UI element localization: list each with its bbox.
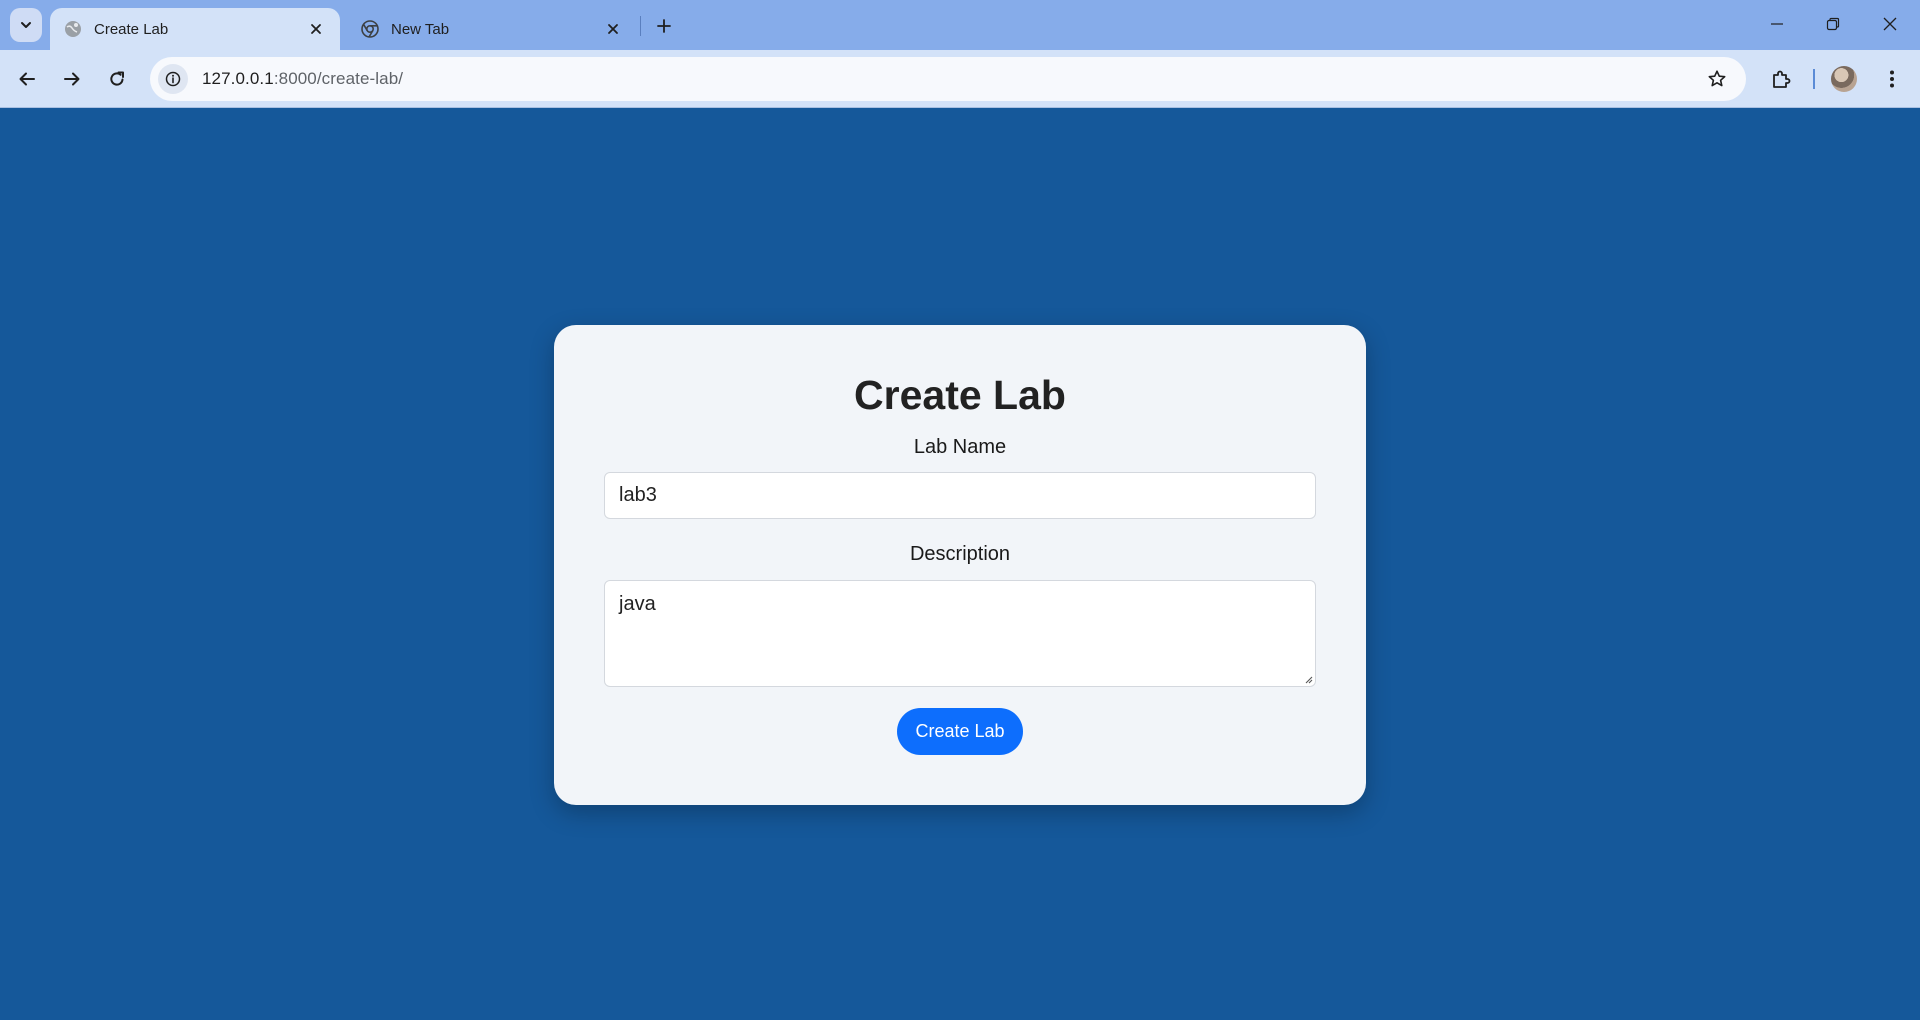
- plus-icon: [657, 19, 671, 33]
- toolbar-divider: [1813, 69, 1815, 89]
- restore-icon: [1826, 17, 1840, 31]
- reload-button[interactable]: [99, 61, 135, 97]
- create-lab-form: Create Lab Lab Name lab3 Description jav…: [554, 325, 1366, 805]
- tab-create-lab[interactable]: Create Lab: [50, 8, 340, 50]
- description-label: Description: [909, 543, 1011, 565]
- tab-strip: Create Lab New Tab: [0, 0, 1920, 50]
- back-button[interactable]: [9, 61, 45, 97]
- puzzle-icon: [1773, 70, 1791, 88]
- lab-name-input[interactable]: lab3: [604, 472, 1316, 519]
- create-lab-button[interactable]: Create Lab: [897, 708, 1023, 755]
- browser-menu-button[interactable]: [1874, 61, 1910, 97]
- close-tab-button[interactable]: [601, 17, 625, 41]
- tab-separator: [640, 16, 641, 36]
- reload-icon: [110, 71, 124, 86]
- more-vert-icon: [1890, 70, 1894, 88]
- close-icon: [608, 24, 618, 34]
- avatar: [1831, 66, 1857, 92]
- restore-button[interactable]: [1806, 8, 1860, 40]
- tab-new-tab[interactable]: New Tab: [347, 8, 637, 50]
- close-tab-button[interactable]: [304, 17, 328, 41]
- site-info-button[interactable]: [158, 64, 188, 94]
- info-icon: [165, 71, 181, 87]
- close-icon: [1883, 17, 1897, 31]
- close-icon: [311, 24, 321, 34]
- profile-button[interactable]: [1826, 61, 1862, 97]
- address-bar[interactable]: 127.0.0.1:8000/create-lab/: [150, 57, 1746, 101]
- bookmark-button[interactable]: [1702, 64, 1732, 94]
- description-value: java: [619, 593, 656, 615]
- url-path: :8000/create-lab/: [273, 69, 404, 88]
- chrome-icon: [361, 20, 379, 38]
- tab-title: New Tab: [391, 20, 450, 38]
- forward-button[interactable]: [54, 61, 90, 97]
- lab-name-label: Lab Name: [913, 436, 1007, 458]
- extensions-button[interactable]: [1763, 61, 1799, 97]
- page-title: Create Lab: [854, 372, 1066, 418]
- arrow-left-icon: [19, 72, 35, 86]
- url-host: 127.0.0.1: [202, 69, 274, 88]
- tab-title: Create Lab: [94, 20, 169, 38]
- tab-search-button[interactable]: [10, 8, 42, 42]
- url-text: 127.0.0.1:8000/create-lab/: [202, 69, 403, 89]
- new-tab-button[interactable]: [650, 12, 678, 40]
- chevron-down-icon: [21, 22, 31, 28]
- description-textarea[interactable]: java: [604, 580, 1316, 687]
- minimize-button[interactable]: [1750, 8, 1804, 40]
- close-window-button[interactable]: [1863, 8, 1917, 40]
- globe-icon: [65, 21, 81, 37]
- browser-toolbar: 127.0.0.1:8000/create-lab/: [0, 50, 1920, 108]
- star-icon: [1708, 70, 1726, 87]
- arrow-right-icon: [64, 72, 80, 86]
- minimize-icon: [1771, 23, 1783, 25]
- resize-handle-icon[interactable]: [1303, 674, 1313, 684]
